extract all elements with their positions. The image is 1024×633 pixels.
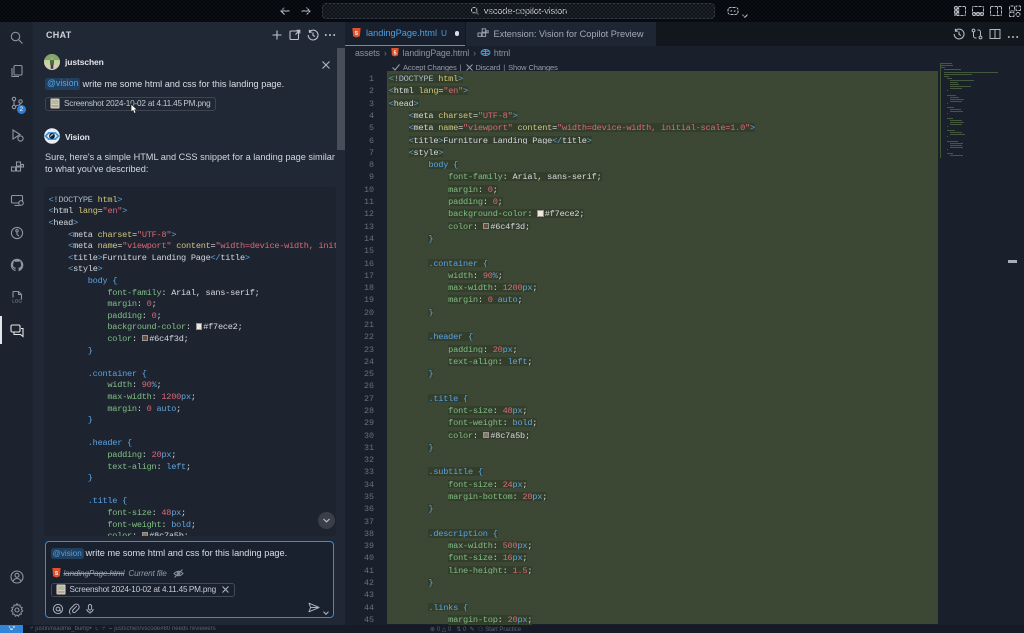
- svg-text:LOG: LOG: [12, 299, 22, 304]
- svg-text:5: 5: [393, 50, 396, 56]
